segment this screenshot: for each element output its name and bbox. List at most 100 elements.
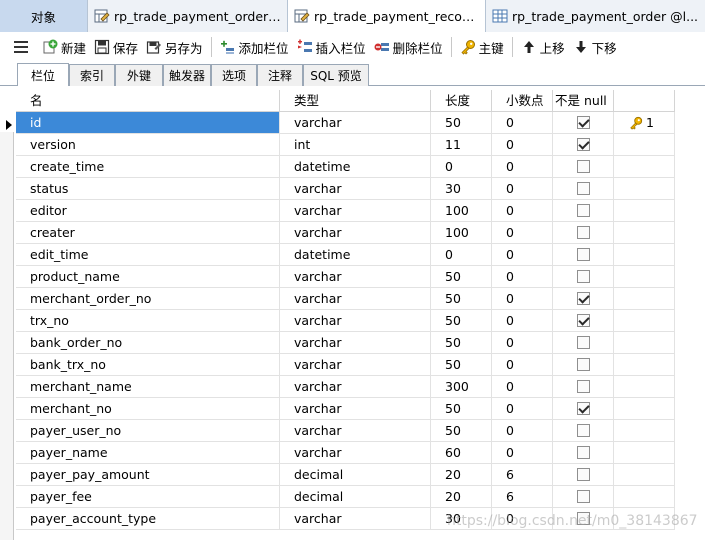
not-null-checkbox[interactable] [576,292,590,305]
key-cell[interactable] [614,332,675,354]
table-row[interactable]: payer_name varchar 60 0 [16,442,675,464]
insert-field-button[interactable]: 插入栏位 [293,35,370,59]
not-null-cell[interactable] [553,156,614,178]
key-cell[interactable] [614,222,675,244]
save-as-button[interactable]: 另存为 [142,35,207,59]
table-row[interactable]: create_time datetime 0 0 [16,156,675,178]
field-type-cell[interactable]: varchar [280,376,431,398]
delete-field-button[interactable]: 删除栏位 [370,35,447,59]
field-name-cell[interactable]: payer_account_type [16,508,280,530]
field-type-cell[interactable]: datetime [280,156,431,178]
key-cell[interactable] [614,442,675,464]
header-key[interactable] [614,90,675,112]
field-decimals-cell[interactable]: 0 [492,178,553,200]
field-length-cell[interactable]: 20 [431,464,492,486]
not-null-cell[interactable] [553,178,614,200]
key-cell[interactable] [614,134,675,156]
field-type-cell[interactable]: varchar [280,508,431,530]
key-cell[interactable] [614,200,675,222]
not-null-checkbox[interactable] [576,160,590,173]
field-decimals-cell[interactable]: 0 [492,420,553,442]
not-null-checkbox[interactable] [576,336,590,349]
field-length-cell[interactable]: 0 [431,244,492,266]
field-decimals-cell[interactable]: 0 [492,244,553,266]
table-row[interactable]: bank_order_no varchar 50 0 [16,332,675,354]
field-decimals-cell[interactable]: 0 [492,354,553,376]
not-null-checkbox[interactable] [576,314,590,327]
table-row[interactable]: status varchar 30 0 [16,178,675,200]
field-length-cell[interactable]: 100 [431,200,492,222]
field-name-cell[interactable]: version [16,134,280,156]
field-decimals-cell[interactable]: 0 [492,310,553,332]
table-row[interactable]: product_name varchar 50 0 [16,266,675,288]
table-row[interactable]: id varchar 50 0 1 [16,112,675,134]
field-name-cell[interactable]: editor [16,200,280,222]
field-type-cell[interactable]: varchar [280,398,431,420]
not-null-cell[interactable] [553,112,614,134]
field-type-cell[interactable]: varchar [280,112,431,134]
field-decimals-cell[interactable]: 0 [492,332,553,354]
field-type-cell[interactable]: varchar [280,420,431,442]
header-name[interactable]: 名 [16,90,280,112]
field-type-cell[interactable]: datetime [280,244,431,266]
field-name-cell[interactable]: bank_order_no [16,332,280,354]
field-decimals-cell[interactable]: 0 [492,376,553,398]
field-length-cell[interactable]: 50 [431,288,492,310]
key-cell[interactable] [614,398,675,420]
new-button[interactable]: 新建 [38,35,90,59]
tab-triggers[interactable]: 触发器 [163,64,211,86]
field-length-cell[interactable]: 50 [431,112,492,134]
move-down-button[interactable]: 下移 [569,35,621,59]
key-cell[interactable] [614,288,675,310]
field-name-cell[interactable]: status [16,178,280,200]
field-type-cell[interactable]: varchar [280,332,431,354]
field-decimals-cell[interactable]: 0 [492,266,553,288]
field-decimals-cell[interactable]: 0 [492,200,553,222]
key-cell[interactable] [614,156,675,178]
field-decimals-cell[interactable]: 0 [492,156,553,178]
header-type[interactable]: 类型 [280,90,431,112]
key-cell[interactable] [614,310,675,332]
not-null-cell[interactable] [553,288,614,310]
field-name-cell[interactable]: merchant_name [16,376,280,398]
field-type-cell[interactable]: varchar [280,266,431,288]
field-type-cell[interactable]: varchar [280,442,431,464]
field-length-cell[interactable]: 20 [431,486,492,508]
field-type-cell[interactable]: varchar [280,222,431,244]
field-length-cell[interactable]: 60 [431,442,492,464]
not-null-cell[interactable] [553,420,614,442]
key-cell[interactable] [614,420,675,442]
not-null-cell[interactable] [553,332,614,354]
field-length-cell[interactable]: 50 [431,332,492,354]
not-null-cell[interactable] [553,464,614,486]
field-type-cell[interactable]: varchar [280,200,431,222]
not-null-checkbox[interactable] [576,446,590,459]
table-row[interactable]: version int 11 0 [16,134,675,156]
not-null-cell[interactable] [553,200,614,222]
not-null-cell[interactable] [553,354,614,376]
table-row[interactable]: edit_time datetime 0 0 [16,244,675,266]
tab-comments[interactable]: 注释 [257,64,303,86]
field-length-cell[interactable]: 50 [431,310,492,332]
table-row[interactable]: bank_trx_no varchar 50 0 [16,354,675,376]
field-length-cell[interactable]: 11 [431,134,492,156]
field-decimals-cell[interactable]: 0 [492,398,553,420]
field-length-cell[interactable]: 100 [431,222,492,244]
field-decimals-cell[interactable]: 6 [492,486,553,508]
table-row[interactable]: merchant_order_no varchar 50 0 [16,288,675,310]
menu-button[interactable] [4,35,38,59]
table-row[interactable]: payer_user_no varchar 50 0 [16,420,675,442]
not-null-cell[interactable] [553,398,614,420]
not-null-checkbox[interactable] [576,116,590,129]
not-null-cell[interactable] [553,244,614,266]
add-field-button[interactable]: 添加栏位 [216,35,293,59]
table-row[interactable]: payer_pay_amount decimal 20 6 [16,464,675,486]
table-row[interactable]: trx_no varchar 50 0 [16,310,675,332]
field-decimals-cell[interactable]: 0 [492,442,553,464]
not-null-cell[interactable] [553,376,614,398]
tab-payment-record-design[interactable]: rp_trade_payment_record ... [288,0,486,32]
not-null-cell[interactable] [553,134,614,156]
not-null-checkbox[interactable] [576,270,590,283]
field-decimals-cell[interactable]: 0 [492,288,553,310]
tab-payment-order-design[interactable]: rp_trade_payment_order @l... [88,0,288,32]
